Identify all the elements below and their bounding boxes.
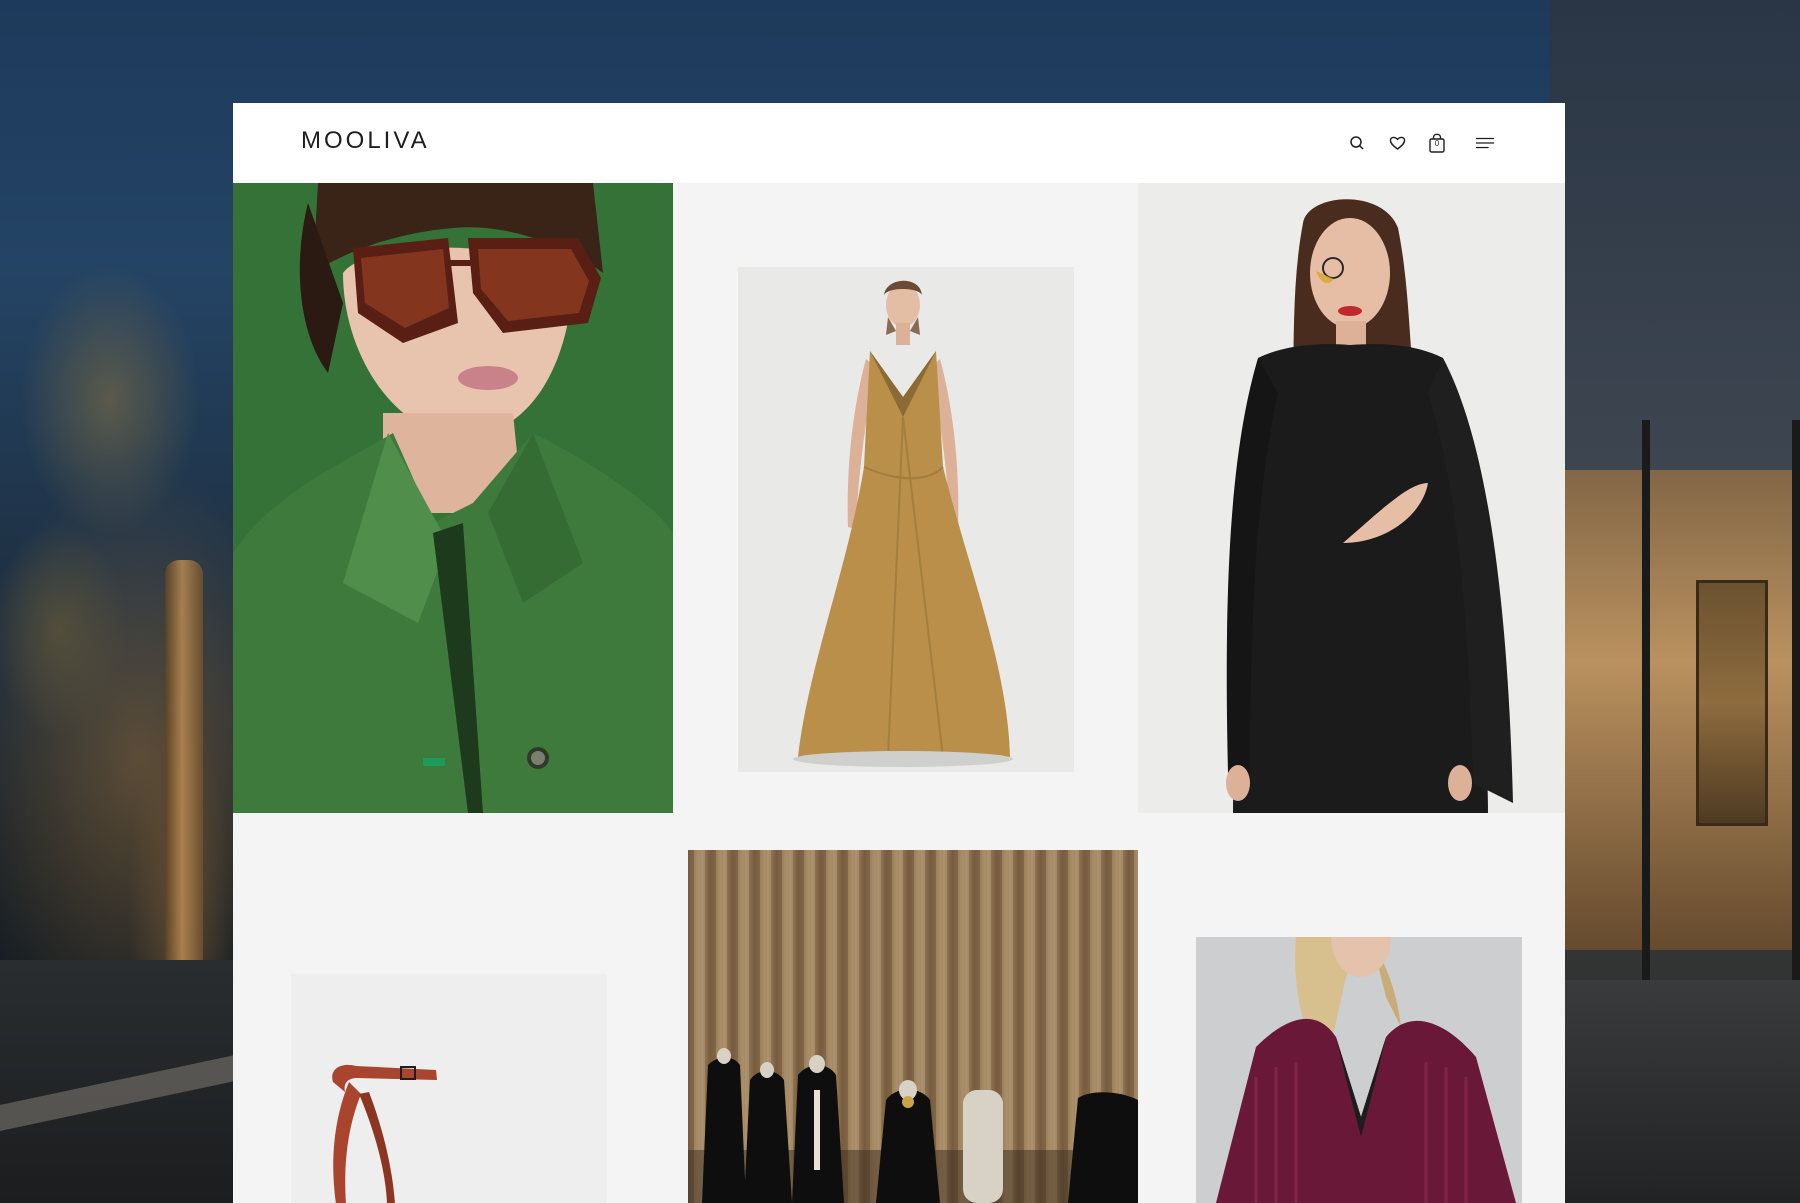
site-header: MOOLIVA 0	[233, 103, 1565, 184]
boutique-curtain-mannequins-photo[interactable]	[688, 850, 1138, 1203]
background-tree-trunk	[165, 560, 203, 980]
background-wall-art	[1696, 580, 1768, 826]
cart-count-badge: 0	[1434, 139, 1440, 148]
background-window-frame	[1792, 420, 1800, 980]
brand-logo[interactable]: MOOLIVA	[301, 129, 430, 153]
burgundy-knit-cardigan-photo[interactable]	[1196, 937, 1522, 1203]
cardigan-tile	[1138, 813, 1565, 1203]
green-coat-sunglasses-photo[interactable]	[233, 183, 673, 813]
background-olive-tree	[0, 150, 240, 1050]
shopping-bag-icon[interactable]: 0	[1427, 133, 1447, 153]
sandal-tile	[233, 813, 673, 1203]
menu-icon[interactable]	[1475, 133, 1495, 153]
header-icons: 0	[1347, 133, 1495, 153]
heart-icon[interactable]	[1387, 133, 1407, 153]
gold-satin-gown-photo[interactable]	[738, 267, 1074, 772]
gold-gown-tile	[673, 183, 1138, 813]
search-icon[interactable]	[1347, 133, 1367, 153]
background-floor	[1555, 980, 1800, 1203]
red-strap-sandal-photo[interactable]	[291, 974, 607, 1203]
website-window: MOOLIVA 0	[233, 103, 1565, 1203]
background-window-frame	[1642, 420, 1650, 980]
black-cutout-dress-photo[interactable]	[1138, 183, 1565, 813]
